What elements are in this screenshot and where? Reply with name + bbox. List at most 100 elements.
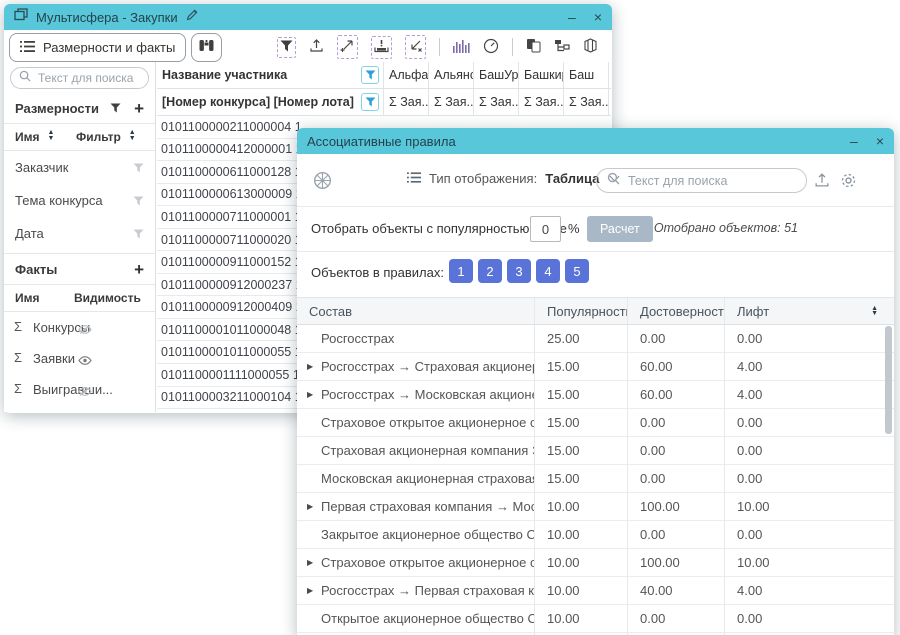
dialog-titlebar[interactable]: Ассоциативные правила – ×	[297, 128, 894, 154]
rule-row[interactable]: ▶Росгосстрах → Страховая акционерная ко.…	[297, 353, 894, 381]
expand-arrow-icon[interactable]: ▶	[307, 362, 321, 371]
histogram-button[interactable]	[453, 39, 470, 56]
sort-by-filter[interactable]: Фильтр▲▼	[76, 130, 136, 144]
expand-arrow-icon[interactable]: ▶	[307, 390, 321, 399]
eye-off-icon[interactable]	[78, 322, 92, 337]
measure-header[interactable]: Σ Зая...	[474, 89, 519, 115]
filter-button[interactable]	[361, 93, 379, 111]
eye-icon[interactable]	[78, 353, 92, 368]
participant-column-header[interactable]: АльфаСтр	[384, 62, 429, 88]
rule-composition-label: Росгосстрах	[321, 331, 394, 346]
fact-item[interactable]: ΣЭкономия	[4, 405, 155, 412]
cube-button[interactable]	[583, 38, 598, 56]
filter-icon[interactable]	[110, 103, 121, 113]
desktop: Мультисфера - Закупки – × Размерности и …	[0, 0, 900, 635]
vertical-scrollbar[interactable]	[885, 326, 892, 434]
column-header-lift[interactable]: Лифт▲▼	[725, 298, 894, 324]
filter-icon[interactable]	[133, 229, 144, 239]
dialog-settings-button[interactable]	[840, 172, 857, 192]
close-button[interactable]: ×	[594, 10, 602, 24]
participant-column-header[interactable]: Альянс	[429, 62, 474, 88]
rule-row[interactable]: ▶Росгосстрах → Первая страховая компания…	[297, 577, 894, 605]
rule-lift: 0.00	[725, 325, 894, 352]
expand-arrow-icon[interactable]: ▶	[307, 586, 321, 595]
gauge-button[interactable]	[483, 38, 499, 57]
measure-header[interactable]: Σ Зая...	[564, 89, 609, 115]
dimension-item[interactable]: Дата	[4, 217, 155, 250]
expand-arrow-icon[interactable]: ▶	[307, 558, 321, 567]
rule-row[interactable]: Московская акционерная страховая комп...…	[297, 465, 894, 493]
dialog-export-button[interactable]	[814, 172, 830, 191]
sort-by-name[interactable]: Имя▲▼	[15, 130, 54, 144]
rule-lift: 0.00	[725, 605, 894, 632]
filter-button[interactable]	[361, 66, 379, 84]
dialog-search-input[interactable]	[626, 173, 796, 189]
rule-composition-label: Страховое открытое акционерное общест...	[321, 555, 534, 570]
objects-count-button[interactable]: 2	[478, 259, 502, 283]
rule-row[interactable]: ▶Страховое открытое акционерное общест..…	[297, 549, 894, 577]
row-header-subtitle[interactable]: [Номер конкурса] [Номер лота]	[157, 89, 384, 115]
filter-icon[interactable]	[133, 196, 144, 206]
popularity-threshold-input[interactable]	[530, 216, 561, 242]
edit-title-pencil-icon[interactable]	[186, 8, 198, 26]
display-type-label: Тип отображения:	[429, 171, 537, 186]
measure-header[interactable]: Σ Зая...	[384, 89, 429, 115]
column-header-confidence[interactable]: Достоверность▲▼	[628, 298, 725, 324]
rule-composition: ▶Росгосстрах → Московская акционерная с.…	[297, 381, 535, 408]
minimize-button[interactable]: –	[568, 10, 576, 24]
calculate-button[interactable]: Расчет	[587, 216, 653, 242]
sidebar-search[interactable]	[10, 67, 149, 89]
filter-button[interactable]	[277, 37, 296, 58]
measure-header[interactable]: Σ Зая...	[519, 89, 564, 115]
collapse-down-button[interactable]	[405, 35, 426, 59]
dimension-item[interactable]: Тема конкурса	[4, 184, 155, 217]
search-icon	[607, 172, 620, 190]
dialog-close-button[interactable]: ×	[876, 134, 884, 148]
objects-count-button[interactable]: 1	[449, 259, 473, 283]
participant-column-header[interactable]: Башкирс	[519, 62, 564, 88]
row-header-title[interactable]: Название участника	[157, 62, 384, 88]
filter-icon[interactable]	[133, 163, 144, 173]
expand-up-button[interactable]	[337, 35, 358, 59]
add-fact-button[interactable]: +	[134, 261, 144, 278]
wizard-wheel-button[interactable]	[313, 171, 332, 193]
dialog-minimize-button[interactable]: –	[850, 134, 858, 148]
rule-row[interactable]: Росгосстрах25.000.000.00	[297, 325, 894, 353]
rule-row[interactable]: Страховая акционерная компания ЭНЕРГ...1…	[297, 437, 894, 465]
dimensions-facts-button[interactable]: Размерности и факты	[9, 33, 186, 62]
hierarchy-button[interactable]	[554, 39, 570, 56]
fact-item[interactable]: ΣЗаявки	[4, 343, 155, 374]
sidebar-search-input[interactable]	[36, 70, 140, 86]
column-header-composition[interactable]: Состав	[297, 298, 535, 324]
expand-arrow-icon[interactable]: ▶	[307, 502, 321, 511]
rule-confidence: 100.00	[628, 493, 725, 520]
fact-label: Заявки	[33, 351, 75, 366]
column-header-popularity[interactable]: Популярность▲▼	[535, 298, 628, 324]
histogram-icon	[453, 39, 470, 56]
objects-count-button[interactable]: 3	[507, 259, 531, 283]
add-dimension-button[interactable]: +	[134, 100, 144, 117]
rule-row[interactable]: Закрытое акционерное общество Страхов...…	[297, 521, 894, 549]
eye-off-icon[interactable]	[78, 384, 92, 399]
objects-count-button[interactable]: 5	[565, 259, 589, 283]
rule-lift: 10.00	[725, 549, 894, 576]
rule-row[interactable]: Страховое открытое акционерное общест...…	[297, 409, 894, 437]
measure-header[interactable]: Σ Зая...	[429, 89, 474, 115]
copy-button[interactable]	[526, 38, 541, 56]
export-button[interactable]	[309, 38, 324, 56]
rule-row[interactable]: ▶Первая страховая компания → Московска..…	[297, 493, 894, 521]
fact-item[interactable]: ΣКонкурсы	[4, 312, 155, 343]
objects-count-button[interactable]: 4	[536, 259, 560, 283]
alerts-button[interactable]	[371, 36, 392, 59]
fact-item[interactable]: ΣВыигравши...	[4, 374, 155, 405]
dialog-search[interactable]	[596, 168, 807, 193]
participant-column-header[interactable]: БашУрал	[474, 62, 519, 88]
participant-column-header[interactable]: Баш	[564, 62, 609, 88]
dimension-item[interactable]: Заказчик	[4, 151, 155, 184]
rule-row[interactable]: ▶Росгосстрах → Московская акционерная с.…	[297, 381, 894, 409]
display-type-selector[interactable]: Тип отображения: Таблица	[407, 171, 618, 186]
rule-row[interactable]: Открытое акционерное общество Страхов...…	[297, 605, 894, 633]
search-binoculars-button[interactable]	[191, 33, 222, 62]
main-titlebar[interactable]: Мультисфера - Закупки – ×	[4, 4, 612, 30]
rule-composition: Страховая акционерная компания ЭНЕРГ...	[297, 437, 535, 464]
